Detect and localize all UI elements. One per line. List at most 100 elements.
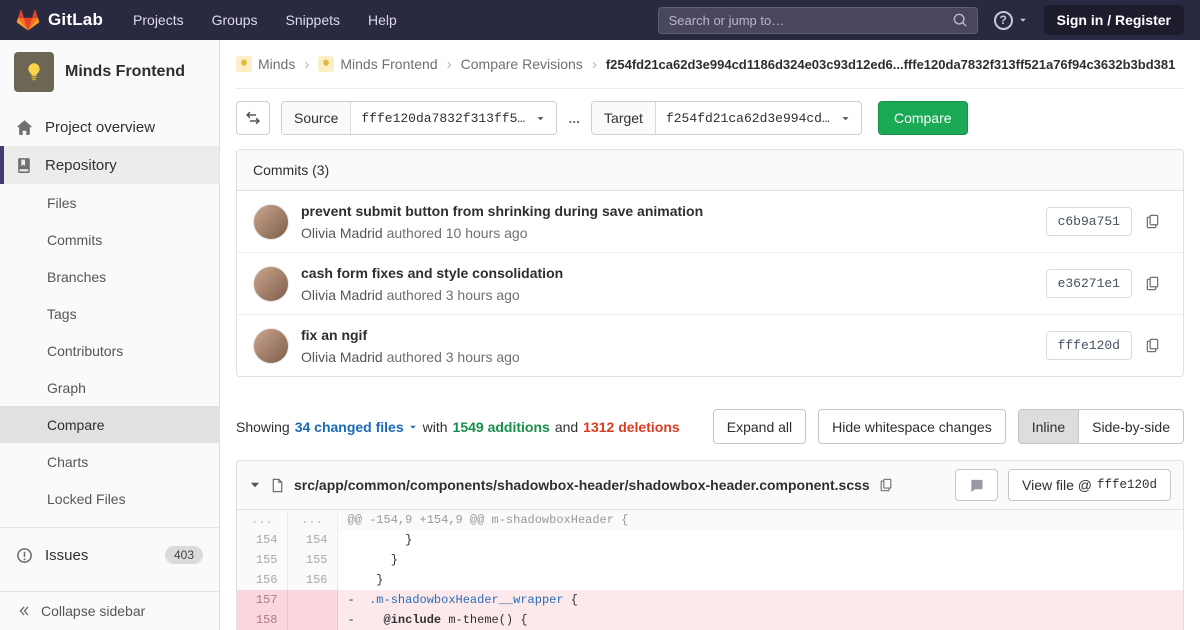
sidebar-item-compare[interactable]: Compare xyxy=(0,406,219,443)
swap-revisions-button[interactable] xyxy=(236,101,270,135)
commit-author-avatar[interactable] xyxy=(253,328,289,364)
sidebar-item-commits[interactable]: Commits xyxy=(0,221,219,258)
compare-button[interactable]: Compare xyxy=(878,101,968,135)
chevron-down-icon xyxy=(535,113,546,124)
side-by-side-view-button[interactable]: Side-by-side xyxy=(1078,409,1184,444)
target-ref-dropdown[interactable]: f254fd21ca62d3e994cd… xyxy=(656,102,861,134)
commit-sha-link[interactable]: e36271e1 xyxy=(1046,269,1132,298)
commit-title-link[interactable]: cash form fixes and style consolidation xyxy=(301,263,563,283)
target-ref-value: f254fd21ca62d3e994cd… xyxy=(666,111,830,126)
target-label: Target xyxy=(592,102,656,134)
global-search xyxy=(658,7,978,34)
diff-removed-row: 158 - @include m-theme() { xyxy=(237,610,1183,630)
breadcrumb-project-link[interactable]: Minds Frontend xyxy=(318,56,437,72)
new-line-number[interactable]: 154 xyxy=(287,530,337,550)
new-line-number[interactable]: 156 xyxy=(287,570,337,590)
diff-code-line: } xyxy=(337,530,1183,550)
compare-form: Source fffe120da7832f313ff5… ... Target … xyxy=(236,101,1184,135)
project-avatar-small xyxy=(318,56,334,72)
old-line-number[interactable]: 154 xyxy=(237,530,287,550)
gitlab-tanuki-icon xyxy=(16,8,40,32)
copy-sha-button[interactable] xyxy=(1137,269,1167,299)
view-file-sha: fffe120d xyxy=(1097,478,1157,492)
additions-count: 1549 additions xyxy=(453,419,550,435)
commit-author-avatar[interactable] xyxy=(253,266,289,302)
new-line-number[interactable] xyxy=(287,610,337,630)
diff-code-line: - .m-shadowboxHeader__wrapper { xyxy=(337,590,1183,610)
old-line-number: ... xyxy=(237,510,287,530)
sidebar-item-label: Issues xyxy=(45,547,88,564)
hide-whitespace-button[interactable]: Hide whitespace changes xyxy=(818,409,1006,444)
chevron-down-icon xyxy=(840,113,851,124)
inline-view-button[interactable]: Inline xyxy=(1018,409,1079,444)
clipboard-icon xyxy=(1145,338,1160,353)
new-line-number[interactable]: 155 xyxy=(287,550,337,570)
copy-sha-button[interactable] xyxy=(1137,207,1167,237)
commit-author-avatar[interactable] xyxy=(253,204,289,240)
nav-item-snippets[interactable]: Snippets xyxy=(286,12,340,28)
commit-title-link[interactable]: fix an ngif xyxy=(301,325,520,345)
commit-author-link[interactable]: Olivia Madrid xyxy=(301,349,383,365)
nav-item-projects[interactable]: Projects xyxy=(133,12,184,28)
sidebar-item-project-overview[interactable]: Project overview xyxy=(0,108,219,146)
sidebar-item-locked-files[interactable]: Locked Files xyxy=(0,480,219,517)
project-avatar xyxy=(14,52,54,92)
old-line-number[interactable]: 157 xyxy=(237,590,287,610)
compare-separator: ... xyxy=(568,110,580,126)
collapse-sidebar-button[interactable]: Collapse sidebar xyxy=(0,591,219,630)
old-line-number[interactable]: 156 xyxy=(237,570,287,590)
project-context-header[interactable]: Minds Frontend xyxy=(0,40,219,102)
diff-file-panel: src/app/common/components/shadowbox-head… xyxy=(236,460,1184,630)
diff-code-line: - @include m-theme() { xyxy=(337,610,1183,630)
sidebar-item-charts[interactable]: Charts xyxy=(0,443,219,480)
showing-label: Showing xyxy=(236,419,290,435)
diff-hunk-row: ... ... @@ -154,9 +154,9 @@ m-shadowboxH… xyxy=(237,510,1183,530)
copy-file-path-button[interactable] xyxy=(879,478,893,492)
commit-meta-text: authored 3 hours ago xyxy=(387,349,520,365)
source-label: Source xyxy=(282,102,351,134)
sidebar-item-contributors[interactable]: Contributors xyxy=(0,332,219,369)
collapse-sidebar-label: Collapse sidebar xyxy=(41,603,145,619)
commit-author-link[interactable]: Olivia Madrid xyxy=(301,225,383,241)
sidebar-item-issues[interactable]: Issues 403 xyxy=(0,536,219,574)
commit-title-link[interactable]: prevent submit button from shrinking dur… xyxy=(301,201,703,221)
source-ref-dropdown[interactable]: fffe120da7832f313ff5… xyxy=(351,102,556,134)
caret-down-icon xyxy=(408,422,418,432)
old-line-number[interactable]: 155 xyxy=(237,550,287,570)
diff-context-row: 155 155 } xyxy=(237,550,1183,570)
search-input[interactable] xyxy=(669,13,953,28)
source-ref-value: fffe120da7832f313ff5… xyxy=(361,111,525,126)
sign-in-button[interactable]: Sign in / Register xyxy=(1044,5,1184,35)
breadcrumb-group-link[interactable]: Minds xyxy=(236,56,295,72)
help-icon: ? xyxy=(994,11,1013,30)
diff-table: ... ... @@ -154,9 +154,9 @@ m-shadowboxH… xyxy=(237,510,1183,630)
breadcrumb-separator: › xyxy=(592,56,597,73)
changed-files-dropdown[interactable]: 34 changed files xyxy=(295,419,418,435)
breadcrumb-current-range: f254fd21ca62d3e994cd1186d324e03c93d12ed6… xyxy=(606,57,1176,72)
copy-sha-button[interactable] xyxy=(1137,331,1167,361)
sidebar-item-graph[interactable]: Graph xyxy=(0,369,219,406)
sidebar-item-files[interactable]: Files xyxy=(0,184,219,221)
sidebar-item-tags[interactable]: Tags xyxy=(0,295,219,332)
nav-item-help[interactable]: Help xyxy=(368,12,397,28)
toggle-comments-button[interactable] xyxy=(955,469,998,501)
view-file-button[interactable]: View file @ fffe120d xyxy=(1008,469,1171,501)
collapse-diff-caret[interactable] xyxy=(249,479,261,491)
breadcrumb-page-link[interactable]: Compare Revisions xyxy=(461,56,583,72)
commit-sha-link[interactable]: c6b9a751 xyxy=(1046,207,1132,236)
nav-item-groups[interactable]: Groups xyxy=(212,12,258,28)
new-line-number[interactable] xyxy=(287,590,337,610)
old-line-number[interactable]: 158 xyxy=(237,610,287,630)
double-chevron-left-icon xyxy=(16,604,30,618)
expand-all-button[interactable]: Expand all xyxy=(713,409,806,444)
sidebar-item-repository[interactable]: Repository xyxy=(0,146,219,184)
commits-panel: Commits (3) prevent submit button from s… xyxy=(236,149,1184,377)
commit-author-link[interactable]: Olivia Madrid xyxy=(301,287,383,303)
new-line-number: ... xyxy=(287,510,337,530)
gitlab-home-link[interactable]: GitLab xyxy=(16,8,103,32)
repository-subnav: Files Commits Branches Tags Contributors… xyxy=(0,184,219,517)
swap-icon xyxy=(245,110,261,126)
sidebar-item-branches[interactable]: Branches xyxy=(0,258,219,295)
help-dropdown[interactable]: ? xyxy=(994,11,1028,30)
commit-sha-link[interactable]: fffe120d xyxy=(1046,331,1132,360)
